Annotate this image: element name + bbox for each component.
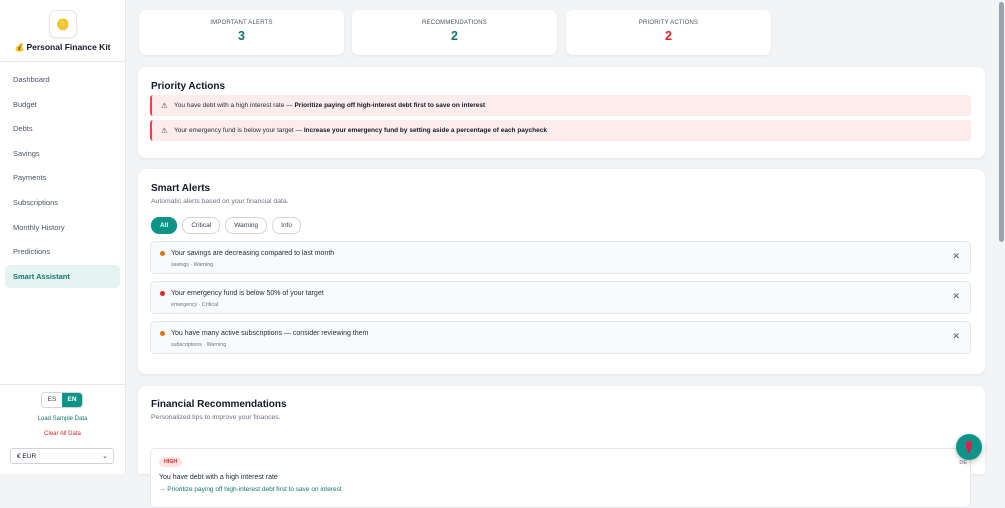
chevron-down-icon: ⌄: [102, 453, 108, 460]
filter-info-button[interactable]: Info: [272, 217, 301, 234]
alert-message: Your savings are decreasing compared to …: [171, 250, 335, 257]
alert-meta: savings · Warning: [171, 262, 214, 268]
recommendation-title: You have debt with a high interest rate: [159, 474, 278, 481]
app-logo: 🪙: [49, 10, 77, 38]
alert-message: You have many active subscriptions — con…: [171, 330, 369, 337]
priority-badge: HIGH: [159, 457, 183, 467]
stat-card-recommendations: RECOMMENDATIONS 2: [352, 10, 557, 55]
sidebar-item-savings[interactable]: Savings: [5, 142, 120, 165]
alert-item: You have many active subscriptions — con…: [150, 321, 971, 354]
sidebar-item-smart-assistant[interactable]: Smart Assistant: [5, 264, 120, 288]
currency-select-value: € EUR: [17, 453, 37, 460]
critical-dot-icon: [160, 291, 165, 296]
sidebar-item-subscriptions[interactable]: Subscriptions: [5, 191, 120, 214]
recommendations-title: Financial Recommendations: [151, 399, 287, 410]
priority-actions-card: Priority Actions ⚠ You have debt with a …: [138, 67, 985, 158]
warning-icon: ⚠: [161, 101, 168, 110]
warning-icon: ⚠: [161, 126, 168, 135]
alert-item: Your savings are decreasing compared to …: [150, 241, 971, 274]
sidebar-item-monthly-history[interactable]: Monthly History: [5, 216, 120, 239]
smart-alerts-card: Smart Alerts Automatic alerts based on y…: [138, 169, 985, 374]
app-title: 💰 Personal Finance Kit: [0, 42, 125, 52]
stat-card-priority-actions: PRIORITY ACTIONS 2: [566, 10, 771, 55]
stat-label: PRIORITY ACTIONS: [638, 20, 699, 26]
priority-action-text: Your emergency fund is below your target…: [174, 127, 547, 134]
smart-alerts-title: Smart Alerts: [151, 183, 211, 194]
alert-filter-group: All Critical Warning Info: [151, 217, 301, 234]
priority-action-row: ⚠ You have debt with a high interest rat…: [150, 95, 971, 116]
page-scrollbar-thumb[interactable]: [999, 2, 1004, 242]
smart-alerts-subtitle: Automatic alerts based on your financial…: [151, 198, 289, 205]
close-icon[interactable]: ✕: [952, 251, 960, 262]
recommendations-subtitle: Personalized tips to improve your financ…: [151, 414, 281, 421]
warning-dot-icon: [160, 251, 165, 256]
filter-all-button[interactable]: All: [151, 217, 178, 234]
recommendation-side-label: DE: [959, 460, 967, 466]
recommendation-item: HIGH DE You have debt with a high intere…: [150, 448, 971, 508]
alert-meta: subscriptions · Warning: [171, 342, 227, 348]
microphone-icon: [966, 441, 972, 450]
assistant-fab-button[interactable]: [956, 434, 982, 460]
clear-all-data-link[interactable]: Clear All Data: [0, 431, 125, 437]
sidebar-item-debts[interactable]: Debts: [5, 117, 120, 140]
priority-actions-title: Priority Actions: [151, 81, 226, 92]
sidebar-item-payments[interactable]: Payments: [5, 166, 120, 189]
stat-value: 2: [451, 29, 458, 43]
money-bag-icon: 🪙: [56, 18, 70, 31]
stat-card-important-alerts: IMPORTANT ALERTS 3: [139, 10, 344, 55]
warning-dot-icon: [160, 331, 165, 336]
priority-action-row: ⚠ Your emergency fund is below your targ…: [150, 120, 971, 141]
alert-message: Your emergency fund is below 50% of your…: [171, 290, 324, 297]
alert-meta: emergency · Critical: [171, 302, 219, 308]
sidebar-item-budget[interactable]: Budget: [5, 93, 120, 116]
close-icon[interactable]: ✕: [952, 291, 960, 302]
priority-action-text: You have debt with a high interest rate …: [174, 102, 486, 109]
sidebar-item-predictions[interactable]: Predictions: [5, 240, 120, 263]
sidebar-divider: [0, 61, 125, 62]
filter-warning-button[interactable]: Warning: [225, 217, 268, 234]
recommendation-tip: → Prioritize paying off high-interest de…: [159, 486, 342, 493]
app-title-text: Personal Finance Kit: [26, 42, 111, 52]
sidebar-nav: Dashboard Budget Debts Savings Payments …: [5, 68, 120, 289]
close-icon[interactable]: ✕: [952, 331, 960, 342]
stat-value: 2: [665, 29, 672, 43]
sidebar: 🪙 💰 Personal Finance Kit Dashboard Budget…: [0, 0, 126, 474]
money-bag-icon: 💰: [14, 43, 25, 52]
microphone-stand-icon: [968, 450, 970, 453]
stat-label: RECOMMENDATIONS: [422, 20, 487, 26]
stat-value: 3: [238, 29, 245, 43]
language-toggle: ES EN: [41, 392, 83, 408]
alert-item: Your emergency fund is below 50% of your…: [150, 281, 971, 314]
currency-select[interactable]: € EUR ⌄: [10, 448, 114, 464]
sidebar-item-dashboard[interactable]: Dashboard: [5, 68, 120, 91]
recommendations-card: Financial Recommendations Personalized t…: [138, 386, 985, 508]
stat-label: IMPORTANT ALERTS: [210, 20, 273, 26]
filter-critical-button[interactable]: Critical: [182, 217, 221, 234]
language-es-button[interactable]: ES: [42, 393, 62, 407]
load-sample-data-link[interactable]: Load Sample Data: [0, 416, 125, 422]
language-en-button[interactable]: EN: [62, 393, 82, 407]
sidebar-bottom-divider: [0, 384, 125, 385]
